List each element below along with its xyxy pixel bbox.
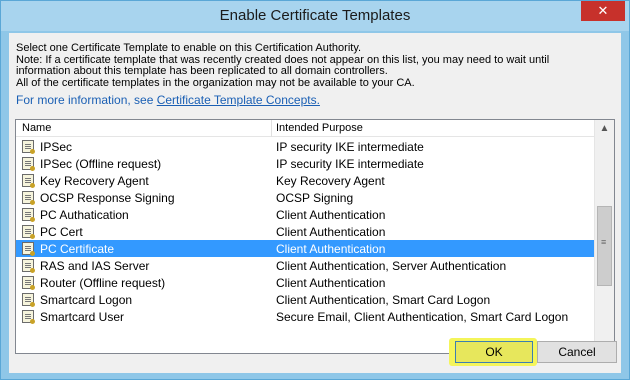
dialog-title: Enable Certificate Templates bbox=[219, 7, 411, 24]
template-name: IPSec bbox=[40, 140, 73, 154]
table-row[interactable]: Key Recovery Agent Key Recovery Agent bbox=[16, 172, 594, 189]
certificate-template-icon bbox=[22, 310, 35, 324]
table-row[interactable]: Router (Offline request) Client Authentic… bbox=[16, 274, 594, 291]
template-name: Router (Offline request) bbox=[40, 276, 166, 290]
table-row[interactable]: IPSec IP security IKE intermediate bbox=[16, 138, 594, 155]
certificate-template-icon bbox=[22, 140, 35, 154]
more-info-prefix: For more information, see bbox=[16, 93, 157, 107]
certificate-template-icon bbox=[22, 293, 35, 307]
table-row[interactable]: PC Authatication Client Authentication bbox=[16, 206, 594, 223]
template-name: Smartcard Logon bbox=[40, 293, 133, 307]
title-bar[interactable]: Enable Certificate Templates ✕ bbox=[1, 1, 629, 31]
template-list[interactable]: Name Intended Purpose IPSec IP security I… bbox=[15, 119, 615, 354]
template-name: PC Certificate bbox=[40, 242, 115, 256]
template-name: PC Authatication bbox=[40, 208, 129, 222]
template-purpose: Key Recovery Agent bbox=[276, 174, 385, 188]
description: Select one Certificate Template to enabl… bbox=[16, 42, 616, 89]
template-name: OCSP Response Signing bbox=[40, 191, 175, 205]
certificate-template-icon bbox=[22, 208, 35, 222]
table-row[interactable]: IPSec (Offline request) IP security IKE i… bbox=[16, 155, 594, 172]
list-header: Name Intended Purpose bbox=[16, 120, 594, 137]
template-purpose: IP security IKE intermediate bbox=[276, 140, 424, 154]
template-purpose: Client Authentication, Smart Card Logon bbox=[276, 293, 491, 307]
template-purpose: Client Authentication bbox=[276, 242, 386, 256]
template-name: RAS and IAS Server bbox=[40, 259, 150, 273]
list-rows: IPSec IP security IKE intermediate IPSec (… bbox=[16, 138, 594, 325]
template-name: Smartcard User bbox=[40, 310, 125, 324]
template-purpose: Client Authentication bbox=[276, 208, 386, 222]
description-line: Select one Certificate Template to enabl… bbox=[16, 42, 362, 54]
certificate-template-icon bbox=[22, 259, 35, 273]
certificate-template-icon bbox=[22, 276, 35, 290]
scroll-up-arrow-icon[interactable]: ▲ bbox=[595, 120, 614, 137]
table-row[interactable]: Smartcard User Secure Email, Client Authe… bbox=[16, 308, 594, 325]
certificate-template-concepts-link[interactable]: Certificate Template Concepts. bbox=[157, 93, 320, 107]
certificate-template-icon bbox=[22, 191, 35, 205]
grip-icon: ≡ bbox=[601, 237, 607, 247]
column-header-purpose[interactable]: Intended Purpose bbox=[276, 122, 363, 134]
table-row[interactable]: RAS and IAS Server Client Authentication,… bbox=[16, 257, 594, 274]
scrollbar-thumb[interactable]: ≡ bbox=[597, 206, 612, 286]
dialog-window: Enable Certificate Templates ✕ Select on… bbox=[0, 0, 630, 380]
certificate-template-icon bbox=[22, 157, 35, 171]
certificate-template-icon bbox=[22, 174, 35, 188]
table-row[interactable]: OCSP Response Signing OCSP Signing bbox=[16, 189, 594, 206]
table-row[interactable]: PC Certificate Client Authentication bbox=[16, 240, 594, 257]
template-purpose: Client Authentication, Server Authentica… bbox=[276, 259, 507, 273]
table-row[interactable]: PC Cert Client Authentication bbox=[16, 223, 594, 240]
cancel-button[interactable]: Cancel bbox=[537, 341, 617, 363]
certificate-template-icon bbox=[22, 225, 35, 239]
template-name: Key Recovery Agent bbox=[40, 174, 149, 188]
template-name: IPSec (Offline request) bbox=[40, 157, 162, 171]
template-name: PC Cert bbox=[40, 225, 83, 239]
ok-button[interactable]: OK bbox=[455, 341, 533, 363]
template-purpose: IP security IKE intermediate bbox=[276, 157, 424, 171]
template-purpose: Client Authentication bbox=[276, 276, 386, 290]
more-info: For more information, see Certificate Te… bbox=[16, 93, 320, 107]
table-row[interactable]: Smartcard Logon Client Authentication, Sm… bbox=[16, 291, 594, 308]
column-header-name[interactable]: Name bbox=[22, 122, 51, 134]
dialog-body: Select one Certificate Template to enabl… bbox=[9, 33, 621, 373]
template-purpose: OCSP Signing bbox=[276, 191, 354, 205]
description-line: All of the certificate templates in the … bbox=[16, 76, 415, 89]
vertical-scrollbar[interactable]: ▲ ≡ ▼ bbox=[594, 120, 614, 353]
template-purpose: Client Authentication bbox=[276, 225, 386, 239]
certificate-template-icon bbox=[22, 242, 35, 256]
window-bottom-border bbox=[1, 373, 629, 379]
description-line: information about this template has been… bbox=[16, 65, 388, 77]
template-purpose: Secure Email, Client Authentication, Sma… bbox=[276, 310, 569, 324]
close-button[interactable]: ✕ bbox=[581, 1, 625, 21]
column-divider[interactable] bbox=[271, 120, 272, 137]
